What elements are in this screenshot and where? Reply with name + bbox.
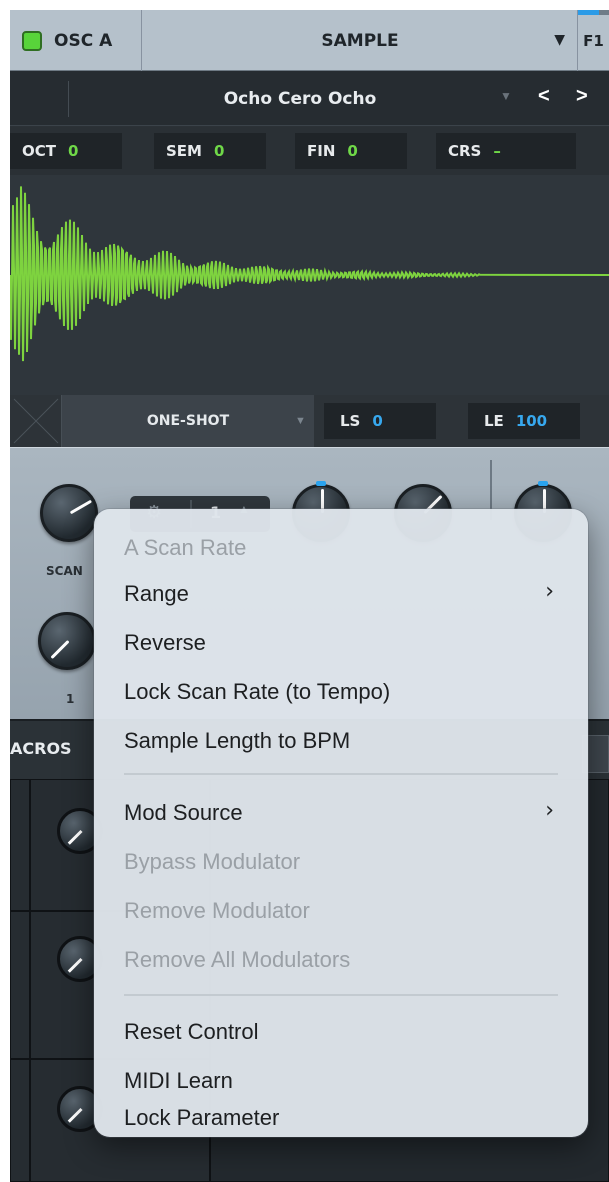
- sample-menu-triangle-icon[interactable]: ▼: [500, 89, 512, 103]
- osc-toggle[interactable]: OSC A: [10, 10, 142, 71]
- loop-disabled-icon[interactable]: [10, 395, 62, 447]
- submenu-chevron-icon: ›: [545, 798, 554, 823]
- waveform-display[interactable]: [10, 175, 609, 395]
- coarse-label: CRS: [448, 142, 482, 160]
- menu-title: A Scan Rate: [124, 535, 247, 560]
- menu-item-range[interactable]: Range: [124, 581, 558, 607]
- coarse-value: –: [493, 142, 501, 160]
- menu-item-reset-control[interactable]: Reset Control: [124, 1019, 259, 1045]
- menu-item-lock-scan-rate[interactable]: Lock Scan Rate (to Tempo): [124, 679, 390, 705]
- menu-item-lock-parameter[interactable]: Lock Parameter: [124, 1105, 279, 1131]
- menu-item-sample-length-to-bpm[interactable]: Sample Length to BPM: [124, 728, 350, 754]
- source-type-dropdown[interactable]: SAMPLE ▼: [143, 10, 577, 71]
- coarse-field[interactable]: CRS –: [436, 133, 576, 169]
- loop-end-field[interactable]: LE 100: [468, 403, 580, 439]
- octave-value: 0: [68, 142, 79, 160]
- loop-row: ONE-SHOT ▼ LS 0 LE 100: [10, 395, 609, 447]
- scan-rate-knob[interactable]: [40, 484, 98, 542]
- menu-item-remove-modulator: Remove Modulator: [124, 898, 310, 923]
- fine-field[interactable]: FIN 0: [295, 133, 407, 169]
- mode-triangle-icon: ▼: [295, 415, 306, 427]
- loop-start-label: LS: [340, 412, 361, 430]
- submenu-chevron-icon: ›: [545, 579, 554, 604]
- divider: [68, 81, 69, 117]
- loop-start-field[interactable]: LS 0: [324, 403, 436, 439]
- semitone-label: SEM: [166, 142, 202, 160]
- menu-item-mod-source[interactable]: Mod Source: [124, 800, 558, 826]
- loop-end-value: 100: [515, 412, 548, 430]
- menu-separator: [124, 773, 558, 775]
- source-type-label: SAMPLE: [321, 30, 399, 51]
- menu-item-remove-all-modulators: Remove All Modulators: [124, 947, 351, 972]
- osc-header: OSC A SAMPLE ▼ F1: [10, 10, 609, 71]
- prev-sample-icon[interactable]: <: [538, 85, 550, 108]
- macros-title: ACROS: [10, 739, 72, 758]
- menu-separator: [124, 994, 558, 996]
- dropdown-triangle-icon: ▼: [554, 32, 565, 48]
- menu-item-reverse[interactable]: Reverse: [124, 630, 206, 656]
- loop-end-label: LE: [484, 412, 504, 430]
- fine-value: 0: [347, 142, 358, 160]
- filter-route-label: F1: [583, 31, 604, 50]
- menu-item-label: Range: [124, 581, 189, 606]
- semitone-value: 0: [213, 142, 225, 160]
- osc-label: OSC A: [54, 30, 113, 51]
- macro-cell[interactable]: [10, 779, 30, 911]
- filter-route-button[interactable]: F1: [577, 10, 609, 71]
- menu-item-label: Mod Source: [124, 800, 243, 825]
- loop-start-value: 0: [372, 412, 383, 430]
- menu-item-midi-learn[interactable]: MIDI Learn: [124, 1068, 233, 1094]
- macro-cell[interactable]: [10, 1059, 30, 1182]
- next-sample-icon[interactable]: >: [576, 85, 588, 108]
- menu-item-bypass-modulator: Bypass Modulator: [124, 849, 301, 874]
- pan-knob-label: 1: [66, 692, 75, 706]
- macro-cell[interactable]: [10, 911, 30, 1059]
- octave-field[interactable]: OCT 0: [10, 133, 122, 169]
- playback-mode-label: ONE-SHOT: [146, 413, 230, 429]
- fine-label: FIN: [307, 142, 336, 160]
- oscillator-panel: OSC A SAMPLE ▼ F1 Ocho Cero Ocho ▼ < > O…: [10, 10, 609, 1182]
- semitone-field[interactable]: SEM 0: [154, 133, 266, 169]
- osc-enable-led-icon[interactable]: [22, 30, 42, 51]
- waveform-graph: [10, 186, 609, 362]
- sample-name[interactable]: Ocho Cero Ocho: [110, 71, 490, 126]
- playback-mode-dropdown[interactable]: ONE-SHOT: [62, 395, 314, 447]
- octave-label: OCT: [22, 142, 56, 160]
- waveform-trace: [10, 186, 609, 362]
- sample-browser: Ocho Cero Ocho ▼ < >: [10, 71, 609, 126]
- pan-knob[interactable]: [38, 612, 96, 670]
- scan-knob-label: SCAN: [46, 564, 83, 578]
- context-menu: A Scan Rate Range › Reverse Lock Scan Ra…: [94, 509, 588, 1137]
- tuning-row: OCT 0 SEM 0 FIN 0 CRS –: [10, 127, 609, 175]
